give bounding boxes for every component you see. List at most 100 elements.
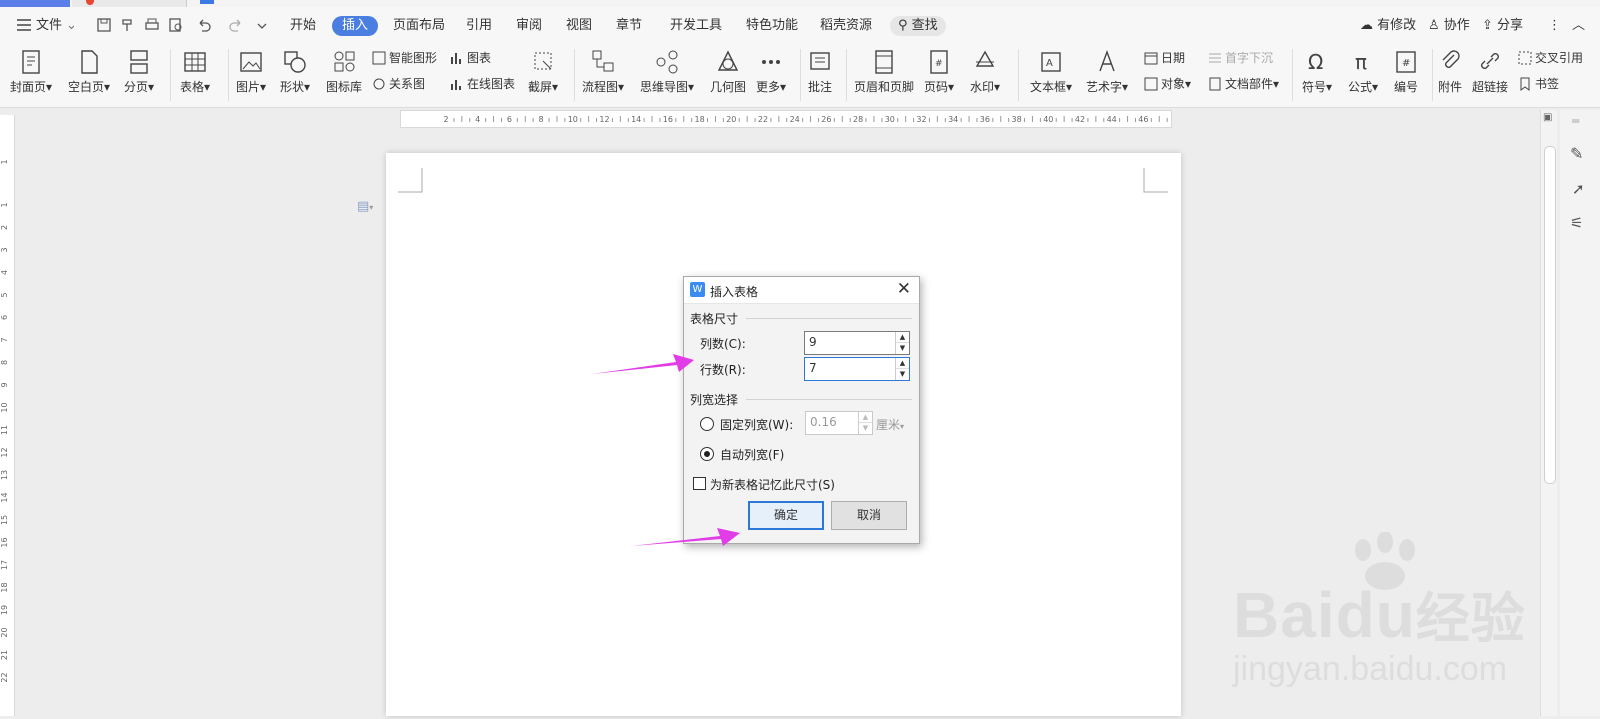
- cursor-icon[interactable]: ➚: [1572, 180, 1585, 198]
- symbol-button[interactable]: Ω 符号▾: [1302, 49, 1332, 95]
- ruler-tick-label: 21: [0, 650, 9, 660]
- columns-spin-arrows[interactable]: ▲ ▼: [895, 332, 909, 354]
- flowchart-icon: [592, 50, 614, 72]
- remember-size-checkbox[interactable]: [693, 477, 706, 490]
- ruler-tick-label: 8: [0, 360, 9, 365]
- fixed-width-radio[interactable]: [700, 417, 714, 431]
- dialog-title: 插入表格: [710, 285, 759, 299]
- chart-button[interactable]: 图表: [450, 49, 491, 67]
- fixed-width-stepper[interactable]: 0.16 ▲ ▼: [805, 411, 873, 435]
- print-preview-icon[interactable]: [168, 17, 184, 33]
- file-menu[interactable]: 文件: [36, 16, 62, 36]
- save-icon[interactable]: [96, 17, 112, 33]
- paragraph-format-icon[interactable]: ▤▾: [357, 199, 373, 214]
- close-icon[interactable]: ✕: [897, 279, 911, 299]
- tab-section[interactable]: 章节: [616, 16, 642, 36]
- scrollbar-thumb[interactable]: [1544, 146, 1556, 484]
- chevron-down-icon[interactable]: ⌄: [66, 16, 77, 36]
- wps-logo-icon: W: [690, 282, 705, 297]
- vertical-ruler[interactable]: 1 1 2 3 4 5 6 7 8 9 10 11 12 13 14 15 16 17 18 19 20 21 22: [0, 115, 15, 716]
- tab-developer[interactable]: 开发工具: [670, 16, 722, 36]
- undo-icon[interactable]: [196, 17, 212, 33]
- attachment-button[interactable]: 附件: [1438, 49, 1462, 95]
- page-number-label: 页码: [924, 80, 949, 94]
- pen-icon[interactable]: ✎: [1570, 144, 1583, 163]
- hamburger-icon[interactable]: [16, 17, 32, 33]
- header-footer-button[interactable]: 页眉和页脚: [854, 49, 914, 95]
- auto-width-label: 自动列宽(F): [720, 448, 785, 462]
- crossref-button[interactable]: 交叉引用: [1518, 49, 1583, 67]
- tab-review[interactable]: 审阅: [516, 16, 542, 36]
- bookmark-button[interactable]: 书签: [1518, 75, 1559, 93]
- shape-button[interactable]: 形状▾: [280, 49, 310, 95]
- rows-spin-arrows[interactable]: ▲ ▼: [895, 358, 909, 380]
- divider: [846, 49, 847, 101]
- ruler-tick-label: 4: [475, 115, 480, 124]
- formula-button[interactable]: π 公式▾: [1348, 49, 1378, 95]
- tab-home[interactable]: [0, 0, 70, 7]
- modified-button[interactable]: ☁ 有修改: [1360, 16, 1416, 36]
- scroll-up-icon[interactable]: ▣: [1543, 112, 1552, 123]
- tab-special[interactable]: 特色功能: [746, 16, 798, 36]
- mindmap-label: 思维导图: [640, 80, 689, 94]
- ruler-tick-label: 17: [0, 560, 9, 570]
- ruler-tick-label: 3: [0, 247, 9, 252]
- picture-button[interactable]: 图片▾: [236, 49, 266, 95]
- doc-part-button[interactable]: 文档部件▾: [1208, 75, 1279, 93]
- more-icon[interactable]: ⋮: [1548, 16, 1561, 36]
- textbox-button[interactable]: A 文本框▾: [1030, 49, 1072, 95]
- relation-diagram-button[interactable]: 关系图: [372, 75, 425, 93]
- screenshot-button[interactable]: 截屏▾: [528, 49, 558, 95]
- page-break-button[interactable]: 分页▾: [124, 49, 154, 95]
- horizontal-ruler[interactable]: 2 4 6 8 10 12 14 16 18 20 22 24 26 28 30 32 34 36 38 40 42 44…: [400, 110, 1172, 128]
- fixed-width-spin-arrows[interactable]: ▲ ▼: [858, 412, 872, 434]
- comment-button[interactable]: 批注: [808, 49, 832, 95]
- tab-new[interactable]: [200, 0, 214, 4]
- tab-document[interactable]: [72, 0, 187, 7]
- redo-icon[interactable]: [228, 17, 244, 33]
- rows-stepper[interactable]: 7 ▲ ▼: [804, 357, 910, 381]
- tab-docer[interactable]: 稻壳资源: [820, 16, 872, 36]
- tab-insert[interactable]: 插入: [332, 16, 379, 36]
- svg-text:#: #: [935, 59, 943, 69]
- print-icon[interactable]: [144, 17, 160, 33]
- hyperlink-button[interactable]: 超链接: [1472, 49, 1508, 95]
- smartart-button[interactable]: 智能图形: [372, 49, 437, 67]
- geometry-button[interactable]: 几何图: [710, 49, 746, 95]
- collab-button[interactable]: ♙ 协作: [1428, 16, 1470, 36]
- watermark-button[interactable]: 水印▾: [970, 49, 1000, 95]
- flowchart-button[interactable]: 流程图▾: [582, 49, 624, 95]
- tab-references[interactable]: 引用: [466, 16, 492, 36]
- auto-width-radio[interactable]: [700, 447, 714, 461]
- page-number-button[interactable]: # 页码▾: [924, 49, 954, 95]
- table-button[interactable]: 表格▾: [180, 49, 210, 95]
- customize-chevron-icon[interactable]: [254, 17, 270, 33]
- cover-page-button[interactable]: 封面页▾: [10, 49, 52, 95]
- collapse-ribbon-icon[interactable]: ︿: [1572, 16, 1585, 36]
- tab-page-layout[interactable]: 页面布局: [393, 16, 445, 36]
- search-box[interactable]: ⚲ 查找: [890, 16, 946, 36]
- dropcap-button[interactable]: 首字下沉: [1208, 49, 1273, 67]
- wordart-button[interactable]: 艺术字▾: [1086, 49, 1128, 95]
- online-chart-button[interactable]: 在线图表: [450, 75, 515, 93]
- columns-stepper[interactable]: 9 ▲ ▼: [804, 331, 910, 355]
- more-button[interactable]: 更多▾: [756, 49, 786, 95]
- wordart-icon: [1099, 49, 1115, 72]
- vertical-scrollbar[interactable]: ▣: [1540, 110, 1557, 716]
- dialog-titlebar[interactable]: W 插入表格 ✕: [684, 277, 919, 304]
- format-painter-icon[interactable]: [120, 17, 136, 33]
- mindmap-button[interactable]: 思维导图▾: [640, 49, 694, 95]
- share-button[interactable]: ⇪ 分享: [1482, 16, 1523, 36]
- date-button[interactable]: 日期: [1144, 49, 1185, 67]
- numbering-button[interactable]: # 编号: [1394, 49, 1418, 95]
- unit-select[interactable]: 厘米▾: [876, 416, 904, 433]
- ruler-tick-label: 40: [1043, 115, 1053, 124]
- icon-library-button[interactable]: 图标库: [326, 49, 362, 95]
- tab-view[interactable]: 视图: [566, 16, 592, 36]
- ruler-tick-label: 1: [0, 159, 9, 164]
- object-button[interactable]: 对象▾: [1144, 75, 1191, 93]
- blank-page-button[interactable]: 空白页▾: [68, 49, 110, 95]
- tab-start[interactable]: 开始: [290, 16, 316, 36]
- cancel-button[interactable]: 取消: [831, 501, 907, 530]
- settings-sliders-icon[interactable]: ⚟: [1570, 214, 1583, 232]
